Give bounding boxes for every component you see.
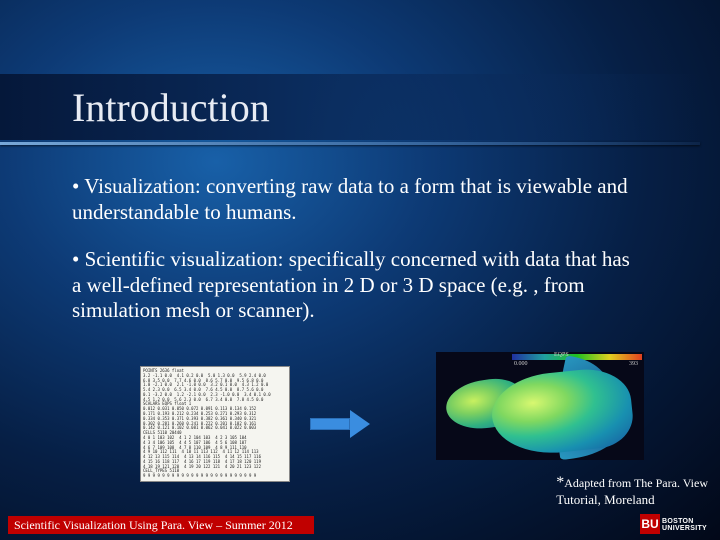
footnote-line1: Adapted from The Para. View: [564, 476, 708, 490]
rendered-visualization-image: EQPS 0.000 393: [436, 352, 644, 460]
colorbar-max: 393: [629, 361, 638, 367]
colorbar-min: 0.000: [514, 361, 528, 367]
logo-square: BU: [640, 514, 660, 534]
title-underline: [0, 142, 700, 145]
body-text: • Visualization: converting raw data to …: [72, 174, 632, 346]
title-band: Introduction: [0, 74, 700, 140]
footnote: *Adapted from The Para. View Tutorial, M…: [556, 473, 708, 508]
logo-line2: UNIVERSITY: [662, 525, 707, 532]
logo-line1: BOSTON: [662, 518, 707, 525]
bullet-1: • Visualization: converting raw data to …: [72, 174, 632, 225]
visual-row: POINTS 2636 float 3.2 -1.1 0.0 4.1 0.2 0…: [140, 366, 372, 482]
slide-title: Introduction: [72, 84, 270, 131]
footer-bar: Scientific Visualization Using Para. Vie…: [8, 516, 314, 534]
raw-data-image: POINTS 2636 float 3.2 -1.1 0.0 4.1 0.2 0…: [140, 366, 290, 482]
arrow-icon: [310, 410, 372, 438]
boston-university-logo: BU BOSTON UNIVERSITY: [640, 512, 712, 534]
footnote-line2: Tutorial, Moreland: [556, 492, 708, 508]
bullet-2: • Scientific visualization: specifically…: [72, 247, 632, 324]
footer-text: Scientific Visualization Using Para. Vie…: [14, 518, 293, 533]
